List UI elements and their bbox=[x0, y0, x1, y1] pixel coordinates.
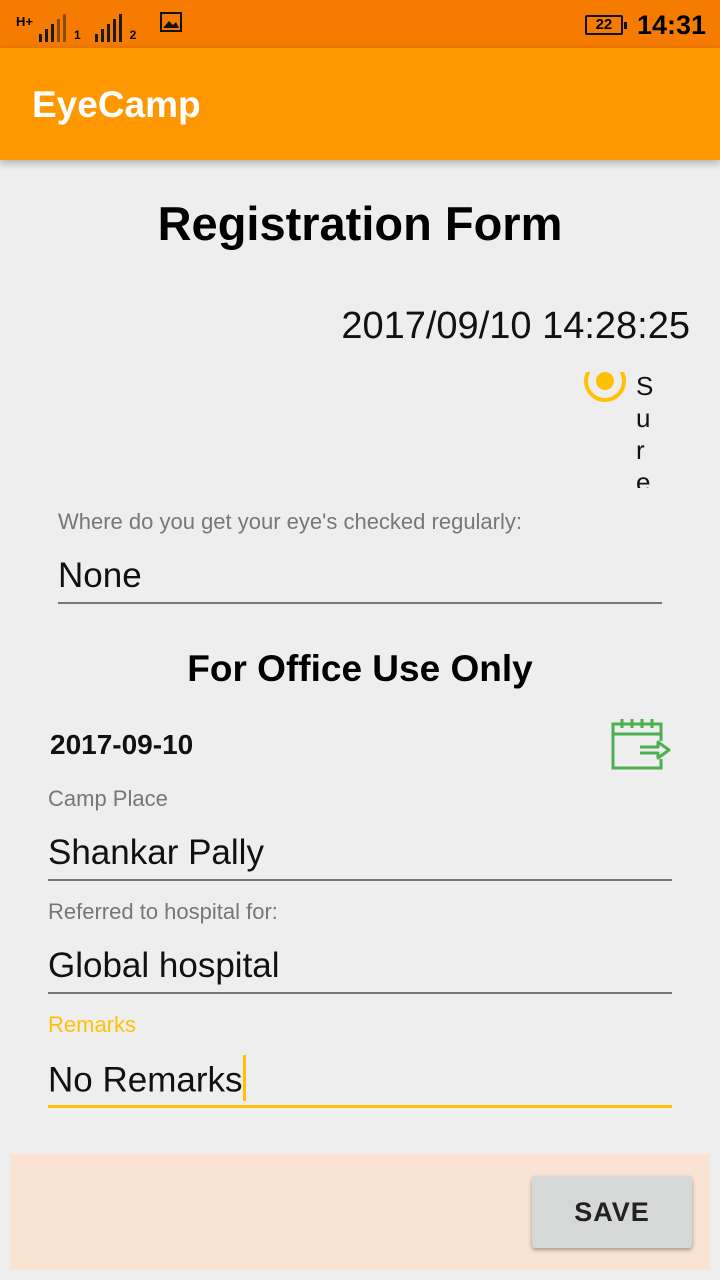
radio-option-row: Sure bbox=[560, 372, 680, 488]
status-left-group: H+ 1 2 bbox=[16, 8, 183, 42]
camp-place-input[interactable]: Shankar Pally bbox=[48, 833, 264, 873]
remarks-underline bbox=[48, 1105, 672, 1108]
office-section-title: For Office Use Only bbox=[187, 648, 533, 689]
remarks-input[interactable]: No Remarks bbox=[48, 1055, 247, 1105]
referred-underline bbox=[48, 992, 672, 994]
image-icon bbox=[160, 12, 183, 32]
signal-icon-sim2 bbox=[94, 14, 122, 42]
form-datetime: 2017/09/10 14:28:25 bbox=[341, 305, 690, 347]
app-title: EyeCamp bbox=[32, 84, 201, 125]
battery-icon: 22 bbox=[584, 15, 627, 35]
referred-label: Referred to hospital for: bbox=[48, 899, 278, 924]
remarks-label: Remarks bbox=[48, 1012, 137, 1037]
radio-option-label: Sure bbox=[636, 372, 654, 488]
status-right-group: 22 14:31 bbox=[584, 8, 706, 42]
radio-button-selected[interactable] bbox=[584, 372, 626, 402]
status-bar: H+ 1 2 22 14:31 bbox=[0, 0, 720, 48]
eye-check-value[interactable]: None bbox=[58, 556, 142, 596]
save-button[interactable]: SAVE bbox=[532, 1176, 692, 1248]
camp-place-underline bbox=[48, 879, 672, 881]
eye-check-underline bbox=[58, 602, 662, 604]
app-bar: EyeCamp bbox=[0, 48, 720, 160]
sim1-label: 1 bbox=[73, 28, 81, 42]
camp-place-label: Camp Place bbox=[48, 786, 168, 811]
referred-input[interactable]: Global hospital bbox=[48, 946, 280, 986]
network-type-label: H+ bbox=[16, 14, 33, 29]
radio-option-wrap bbox=[584, 372, 626, 402]
cut-off-question-text bbox=[70, 366, 570, 384]
text-cursor bbox=[243, 1055, 247, 1101]
sim2-label: 2 bbox=[129, 28, 137, 42]
eye-check-label: Where do you get your eye's checked regu… bbox=[58, 509, 522, 534]
signal-icon-sim1 bbox=[38, 14, 66, 42]
remarks-value: No Remarks bbox=[48, 1060, 243, 1100]
bottom-action-bar: SAVE bbox=[10, 1154, 710, 1270]
calendar-icon[interactable] bbox=[610, 716, 672, 772]
office-date: 2017-09-10 bbox=[50, 729, 194, 760]
form-title: Registration Form bbox=[157, 197, 563, 250]
status-time: 14:31 bbox=[636, 9, 706, 40]
